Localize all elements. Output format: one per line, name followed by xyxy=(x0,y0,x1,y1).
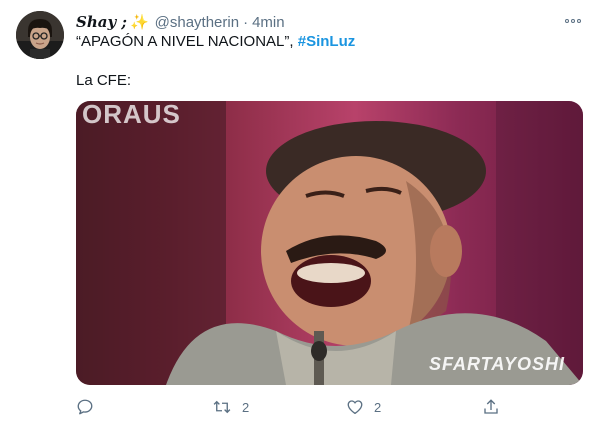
separator-dot: · xyxy=(243,13,249,31)
media-watermark: SFARTAYOSHI xyxy=(428,354,565,374)
share-button[interactable] xyxy=(482,396,500,418)
avatar-image xyxy=(16,11,64,59)
like-count: 2 xyxy=(374,399,382,415)
media-top-overlay: ORAUS xyxy=(82,101,181,129)
sparkle-emoji: ✨ xyxy=(129,14,149,31)
media-image xyxy=(76,101,583,385)
reply-button[interactable] xyxy=(76,396,94,418)
tweet-text-line2: La CFE: xyxy=(76,72,132,89)
user-handle[interactable]: @shaytherin xyxy=(155,14,239,31)
retweet-icon xyxy=(213,400,231,414)
tweet-media[interactable]: ORAUS SFARTAYOSHI xyxy=(76,101,583,385)
like-button[interactable]: 2 xyxy=(346,396,381,418)
like-icon xyxy=(347,400,363,415)
retweet-button[interactable]: 2 xyxy=(212,396,249,418)
retweet-count: 2 xyxy=(242,399,250,415)
timestamp[interactable]: 4min xyxy=(252,14,285,31)
avatar[interactable] xyxy=(16,11,64,59)
more-options-icon[interactable] xyxy=(562,12,584,30)
tweet[interactable]: Shay ; ✨ @shaytherin · 4min “APAGÓN A NI… xyxy=(0,0,598,428)
tweet-text-quote: “APAGÓN A NIVEL NACIONAL”, xyxy=(76,33,298,50)
reply-icon xyxy=(77,399,93,415)
display-name[interactable]: Shay ; xyxy=(76,13,127,31)
hashtag-link[interactable]: #SinLuz xyxy=(298,33,356,50)
tweet-header: Shay ; ✨ @shaytherin · 4min xyxy=(76,12,285,32)
tweet-text: “APAGÓN A NIVEL NACIONAL”, #SinLuz xyxy=(76,33,355,50)
tweet-actions: 2 2 xyxy=(76,396,583,418)
share-icon xyxy=(484,399,498,414)
